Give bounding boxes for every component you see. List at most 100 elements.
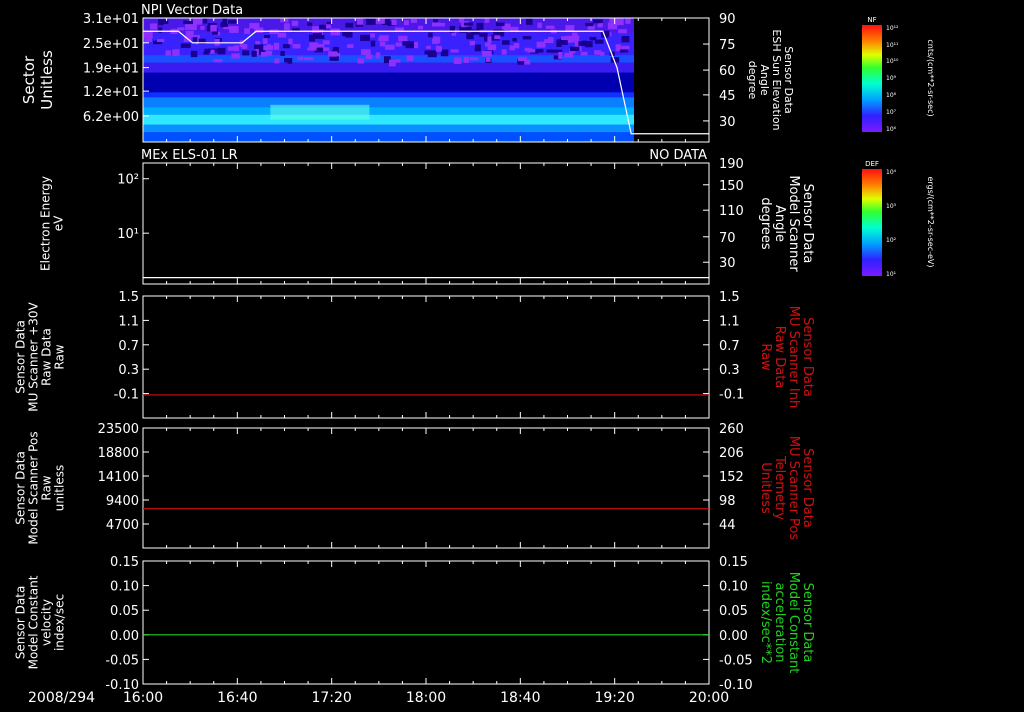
- spectrogram-cell: [426, 45, 431, 49]
- spectrogram-cell: [469, 40, 476, 46]
- colorbar-tick: 10²: [886, 237, 897, 244]
- spectrogram-cell: [495, 22, 505, 27]
- spectrogram-band: [143, 97, 635, 108]
- spectrogram-cell: [522, 36, 532, 40]
- spectrogram-cell: [607, 22, 618, 30]
- colorbar-tick: 10⁹: [886, 75, 897, 82]
- spectrogram-cell: [264, 34, 271, 39]
- spectrogram-cell: [144, 38, 152, 42]
- y-tick-label: -0.1: [114, 388, 139, 403]
- y-tick-label: 1.5: [118, 290, 139, 305]
- spectrogram-cell: [288, 38, 293, 45]
- y2-axis-label: Raw: [758, 343, 773, 371]
- spectrogram-cell: [254, 44, 264, 50]
- y-tick-label: 3.1e+01: [83, 12, 139, 27]
- spectrogram-cell: [569, 46, 580, 52]
- y2-tick-label: 90: [719, 12, 736, 27]
- y-tick-label: 4700: [106, 518, 139, 533]
- spectrogram-cell: [234, 45, 240, 52]
- panel-title: NPI Vector Data: [141, 3, 243, 18]
- spectrogram-cell: [315, 35, 325, 39]
- spectrogram-cell: [484, 18, 490, 23]
- spectrogram-cell: [625, 18, 631, 24]
- spectrogram-cell: [357, 58, 365, 64]
- y-axis-label: index/sec: [53, 594, 67, 651]
- spectrogram-cell: [597, 24, 603, 28]
- spectrogram-cell: [621, 36, 630, 43]
- spectrogram-cell: [389, 59, 396, 67]
- spectrogram-cell: [564, 52, 574, 58]
- date-label: 2008/294: [28, 690, 95, 706]
- spectrogram-cell: [432, 38, 439, 44]
- y-tick-label: 0.3: [118, 363, 139, 378]
- spectrogram-cell: [231, 20, 237, 24]
- y-tick-label: 0.05: [110, 604, 139, 619]
- colorbar-nf-title: NF: [867, 16, 876, 24]
- y2-tick-label: 0.15: [719, 555, 748, 570]
- spectrogram-cell: [217, 47, 226, 55]
- spectrogram-cell: [501, 40, 510, 45]
- spectrogram-cell: [251, 50, 257, 57]
- y-tick-label: 14100: [98, 470, 139, 485]
- spectrogram-cell: [210, 49, 215, 54]
- spectrogram-cell: [282, 44, 290, 49]
- y2-tick-label: -0.1: [719, 388, 744, 403]
- spectrogram-cell: [345, 31, 353, 38]
- spectrogram-band: [143, 114, 635, 125]
- y2-axis-label: Angle: [772, 205, 787, 242]
- y2-tick-label: 0.7: [719, 339, 740, 354]
- y-tick-label: 9400: [106, 494, 139, 509]
- spectrogram-cell: [543, 39, 554, 44]
- y2-axis-label: index/sec**2: [758, 581, 773, 664]
- y2-tick-label: -0.05: [719, 653, 753, 668]
- spectrogram-cell: [558, 52, 563, 59]
- spectrogram-cell: [360, 34, 371, 42]
- spectrogram-cell: [229, 26, 239, 33]
- spectrogram-cell: [463, 56, 469, 63]
- spectrogram-cell: [292, 43, 301, 49]
- spectrogram-cell: [463, 22, 474, 26]
- y2-tick-label: -0.10: [719, 678, 753, 693]
- spectrogram-cell: [260, 51, 267, 57]
- y-axis-label: Sensor Data: [14, 586, 28, 660]
- colorbar-nf-gradient: [862, 25, 882, 132]
- spectrogram-cell: [284, 58, 289, 63]
- y-axis-label: Sensor Data: [14, 320, 28, 394]
- y-tick-label: 1.1: [118, 314, 139, 329]
- spectrogram-cell: [585, 22, 594, 27]
- status-label: NO DATA: [649, 148, 707, 163]
- y2-tick-label: 0.10: [719, 580, 748, 595]
- spectrogram-cell: [330, 28, 341, 36]
- y-tick-label: 0.15: [110, 555, 139, 570]
- y-axis-label: MU Scanner +30V: [27, 302, 41, 412]
- spectrogram-cell: [277, 32, 287, 38]
- chart-canvas: NF 10¹² 10¹¹ 10¹⁰ 10⁹ 10⁸ 10⁷ 10⁶ cnts/(…: [14, 3, 936, 706]
- spectrogram-cell: [220, 23, 229, 27]
- spectrogram-cell: [406, 55, 414, 61]
- spectrogram-cell: [479, 32, 488, 37]
- spectrogram-cell: [485, 57, 491, 62]
- spectrogram-cell: [200, 26, 205, 30]
- time-tick-label: 18:00: [406, 690, 446, 706]
- spectrogram-cell: [391, 19, 397, 26]
- spectrogram-cell: [556, 40, 562, 47]
- panel-4: 23500 18800 14100 9400 4700 260 206 152 98 44 Sens…: [14, 422, 815, 549]
- spectrogram-cell: [222, 18, 228, 23]
- y-tick-label: 10²: [117, 173, 139, 188]
- spectrogram-cell: [325, 24, 332, 29]
- y2-tick-label: 70: [719, 231, 736, 246]
- y2-tick-label: 150: [719, 179, 744, 194]
- spectrogram-cell: [476, 22, 484, 30]
- colorbar-nf-ticks: 10¹² 10¹¹ 10¹⁰ 10⁹ 10⁸ 10⁷ 10⁶: [886, 25, 899, 133]
- spectrogram-cell: [620, 49, 629, 53]
- spectrogram-cell: [440, 49, 449, 57]
- colorbar-tick: 10³: [886, 203, 897, 210]
- spectrogram-cell: [501, 49, 507, 55]
- y-tick-label: 0.10: [110, 580, 139, 595]
- spectrogram-cell: [318, 43, 325, 48]
- y2-tick-label: 0.3: [719, 363, 740, 378]
- y2-axis-label: Sensor Data: [800, 317, 815, 397]
- spectrogram-cell: [192, 37, 198, 42]
- no-data-region: [634, 18, 709, 142]
- spectrogram-cell: [177, 27, 185, 31]
